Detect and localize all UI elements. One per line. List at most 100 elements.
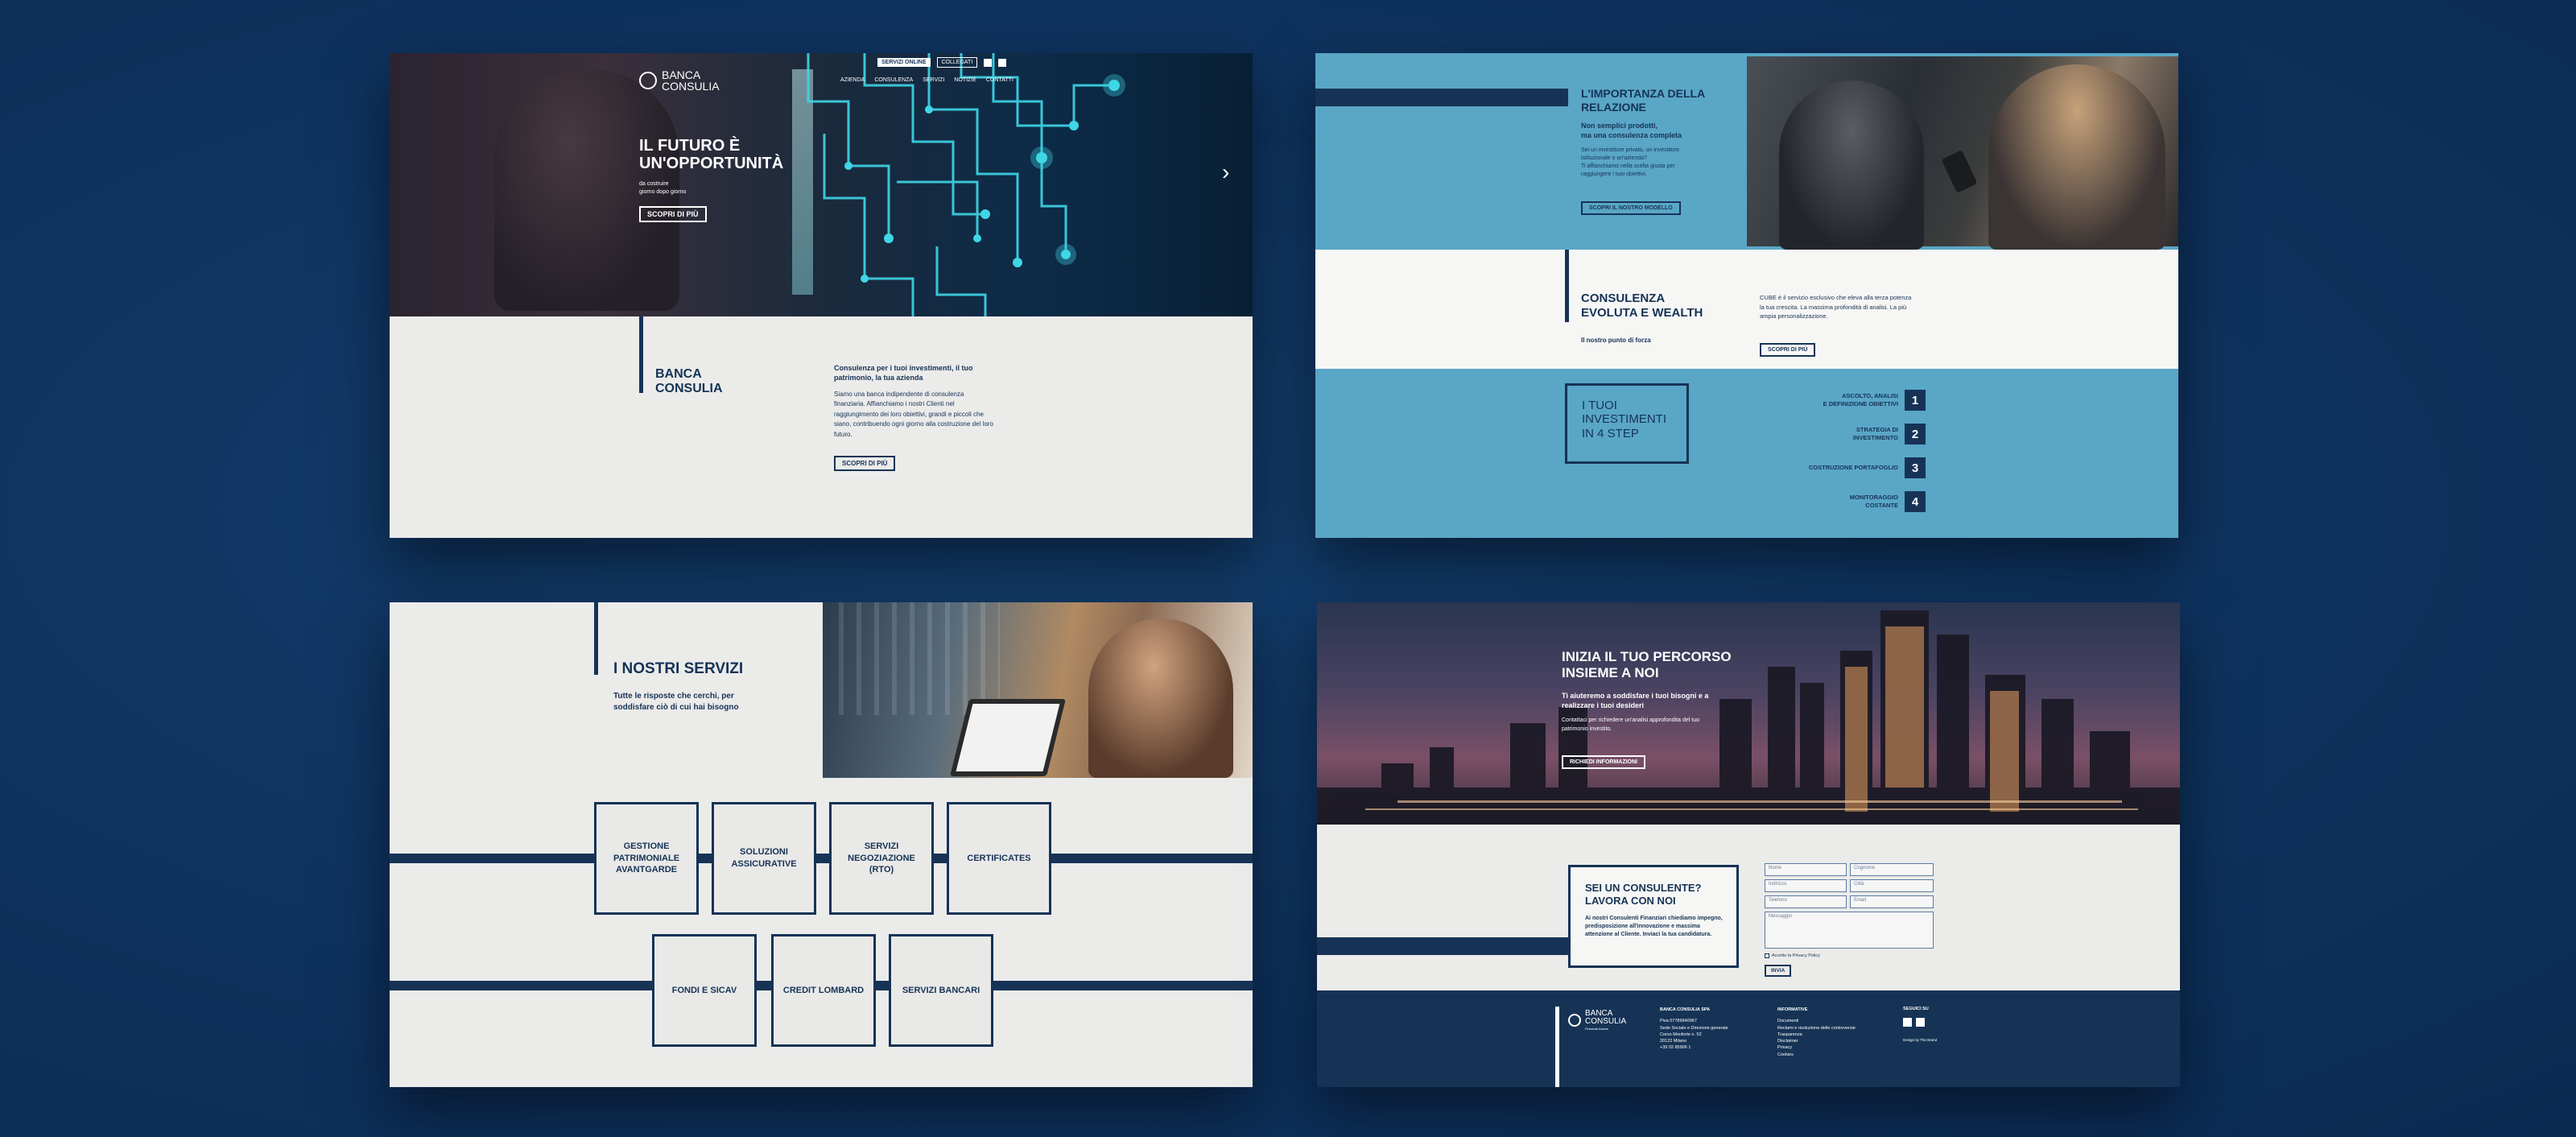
journey-title: INIZIA IL TUO PERCORSO INSIEME A NOI <box>1562 649 1732 681</box>
privacy-checkbox[interactable] <box>1765 953 1769 958</box>
footer-link[interactable]: Disclaimer <box>1777 1038 1856 1044</box>
recruit-body: Ai nostri Consulenti Finanziari chiediam… <box>1585 916 1723 938</box>
step-number: 4 <box>1905 491 1926 512</box>
skyline-graphic <box>1317 610 2180 825</box>
about-body: Siamo una banca indipendente di consulen… <box>834 391 993 438</box>
hero-title: IL FUTURO È UN'OPPORTUNITÀ <box>639 137 784 172</box>
service-card-fondi[interactable]: FONDI E SICAV <box>652 934 757 1047</box>
last-name-field[interactable]: Cognome <box>1850 863 1934 876</box>
footer-link[interactable]: Cookies <box>1777 1052 1856 1058</box>
services-row1-line <box>390 854 1253 863</box>
facebook-icon[interactable] <box>1903 1018 1912 1027</box>
steps-title-box: I TUOI INVESTIMENTI IN 4 STEP <box>1565 383 1689 464</box>
step-item: STRATEGIA DI INVESTIMENTO 2 <box>1766 417 1926 451</box>
window-blinds <box>839 602 1000 715</box>
logo-icon <box>639 72 657 89</box>
design-credit: Design by The Brand <box>1903 1038 1938 1042</box>
email-field[interactable]: Email <box>1850 895 1934 908</box>
hero-cta-button[interactable]: SCOPRI DI PIÙ <box>639 206 707 222</box>
footer-accent-bar <box>1555 1007 1559 1087</box>
steps-list: ASCOLTO, ANALISI E DEFINIZIONE OBIETTIVI … <box>1766 383 1926 519</box>
submit-button[interactable]: INVIA <box>1765 965 1792 977</box>
privacy-checkbox-row[interactable]: Accetto la Privacy Policy <box>1765 953 1820 958</box>
services-title: I NOSTRI SERVIZI <box>613 660 744 677</box>
services-subtitle: Tutte le risposte che cerchi, per soddis… <box>613 692 739 712</box>
next-arrow-icon[interactable]: › <box>1222 161 1229 184</box>
footer-link[interactable]: Documenti <box>1777 1018 1856 1024</box>
nav-item-contatti[interactable]: CONTATTI <box>986 77 1013 83</box>
footer-link[interactable]: Trasparenza <box>1777 1032 1856 1038</box>
footer-link[interactable]: Reclami e risoluzione delle controversie <box>1777 1025 1856 1032</box>
contact-mockup: INIZIA IL TUO PERCORSO INSIEME A NOI Ti … <box>1317 602 2180 1087</box>
laptop-shape <box>950 699 1066 776</box>
logo-line1: BANCA <box>662 68 701 81</box>
first-name-field[interactable]: Nome <box>1765 863 1847 876</box>
wealth-section: CONSULENZA EVOLUTA E WEALTH Il nostro pu… <box>1315 250 2178 369</box>
recruit-accent-bar <box>1317 937 1573 955</box>
services-mockup: I NOSTRI SERVIZI Tutte le risposte che c… <box>390 602 1253 1087</box>
service-card-bancari[interactable]: SERVIZI BANCARI <box>889 934 993 1047</box>
wealth-body: CUBE è il servizio esclusivo che eleva a… <box>1760 294 1912 320</box>
footer-col-social: SEGUICI SU Design by The Brand <box>1903 1007 1938 1042</box>
footer: BANCA CONSULIA Financial Advice BANCA CO… <box>1317 990 2180 1087</box>
home-mockup: BANCA CONSULIA SERVIZI ONLINE COLLEGATI … <box>390 53 1253 538</box>
main-nav: AZIENDA CONSULENZA SERVIZI NOTIZIE CONTA… <box>840 77 1013 83</box>
steps-section: I TUOI INVESTIMENTI IN 4 STEP ASCOLTO, A… <box>1315 369 2178 538</box>
relation-body: Sei un investitore privato, un investito… <box>1581 147 1680 178</box>
relation-section: L'IMPORTANZA DELLA RELAZIONE Non semplic… <box>1315 53 2178 250</box>
connected-link[interactable]: COLLEGATI <box>936 57 978 68</box>
phone-field[interactable]: Telefono <box>1765 895 1847 908</box>
journey-subtitle: Ti aiuteremo a soddisfare i tuoi bisogni… <box>1562 692 1709 710</box>
footer-col-company: BANCA CONSULIA SPA Piva 07789940967 Sede… <box>1660 1007 1728 1051</box>
consulting-mockup: L'IMPORTANZA DELLA RELAZIONE Non semplic… <box>1315 53 2178 538</box>
linkedin-icon[interactable] <box>1916 1018 1925 1027</box>
step-number: 2 <box>1905 424 1926 444</box>
facebook-icon[interactable] <box>984 58 993 67</box>
footer-link[interactable]: Privacy <box>1777 1044 1856 1051</box>
journey-body: Contattaci per richiedere un'analisi app… <box>1562 717 1700 732</box>
service-card-gestione[interactable]: GESTIONE PATRIMONIALE AVANTGARDE <box>594 802 699 915</box>
nav-item-consulenza[interactable]: CONSULENZA <box>874 77 913 83</box>
linkedin-icon[interactable] <box>998 58 1007 67</box>
wealth-subtitle: Il nostro punto di forza <box>1581 337 1651 344</box>
privacy-label: Accetto la Privacy Policy <box>1772 953 1820 958</box>
about-cta-button[interactable]: SCOPRI DI PIÙ <box>834 456 896 471</box>
relation-cta-button[interactable]: SCOPRI IL NOSTRO MODELLO <box>1581 201 1681 215</box>
city-field[interactable]: Città <box>1850 879 1934 892</box>
man-silhouette <box>1088 618 1233 778</box>
wealth-accent-bar <box>1565 250 1569 322</box>
nav-item-servizi[interactable]: SERVIZI <box>923 77 944 83</box>
hero-section: BANCA CONSULIA SERVIZI ONLINE COLLEGATI … <box>390 53 1253 316</box>
services-accent-bar <box>594 602 598 675</box>
hero-subtitle: da costruire giorno dopo giorno <box>639 181 687 195</box>
wealth-cta-button[interactable]: SCOPRI DI PIÙ <box>1760 343 1816 357</box>
address-field[interactable]: Indirizzo <box>1765 879 1847 892</box>
service-card-certificates[interactable]: CERTIFICATES <box>947 802 1051 915</box>
step-number: 1 <box>1905 390 1926 411</box>
online-services-link[interactable]: SERVIZI ONLINE <box>877 58 931 67</box>
step-item: COSTRUZIONE PORTAFOGLIO 3 <box>1766 451 1926 485</box>
about-accent-bar <box>639 316 643 393</box>
person-left-silhouette <box>1779 81 1924 250</box>
person-right-silhouette <box>1988 64 2165 250</box>
footer-col-info: INFORMATIVE Documenti Reclami e risoluzi… <box>1777 1007 1856 1058</box>
nav-item-azienda[interactable]: AZIENDA <box>840 77 865 83</box>
relation-title: L'IMPORTANZA DELLA RELAZIONE <box>1581 87 1706 114</box>
neon-circuit-graphic <box>807 53 1125 316</box>
logo-line2: CONSULIA <box>662 80 720 93</box>
message-textarea[interactable]: Messaggio <box>1765 912 1934 949</box>
journey-cta-button[interactable]: RICHIEDI INFORMAZIONI <box>1562 755 1645 769</box>
step-item: ASCOLTO, ANALISI E DEFINIZIONE OBIETTIVI … <box>1766 383 1926 417</box>
service-card-assicurative[interactable]: SOLUZIONI ASSICURATIVE <box>712 802 816 915</box>
business-people-photo <box>1747 56 2178 250</box>
about-headline: Consulenza per i tuoi investimenti, il t… <box>834 364 973 382</box>
footer-logo[interactable]: BANCA CONSULIA Financial Advice <box>1568 1010 1626 1031</box>
hero-logo[interactable]: BANCA CONSULIA <box>639 69 720 92</box>
service-card-rto[interactable]: SERVIZI NEGOZIAZIONE (RTO) <box>829 802 934 915</box>
wealth-title: CONSULENZA EVOLUTA E WEALTH <box>1581 291 1703 320</box>
relation-subtitle: Non semplici prodotti, ma una consulenza… <box>1581 122 1682 140</box>
nav-item-notizie[interactable]: NOTIZIE <box>954 77 976 83</box>
top-links: SERVIZI ONLINE COLLEGATI <box>877 57 1007 68</box>
service-card-lombard[interactable]: CREDIT LOMBARD <box>771 934 876 1047</box>
about-title: BANCA CONSULIA <box>655 367 723 396</box>
